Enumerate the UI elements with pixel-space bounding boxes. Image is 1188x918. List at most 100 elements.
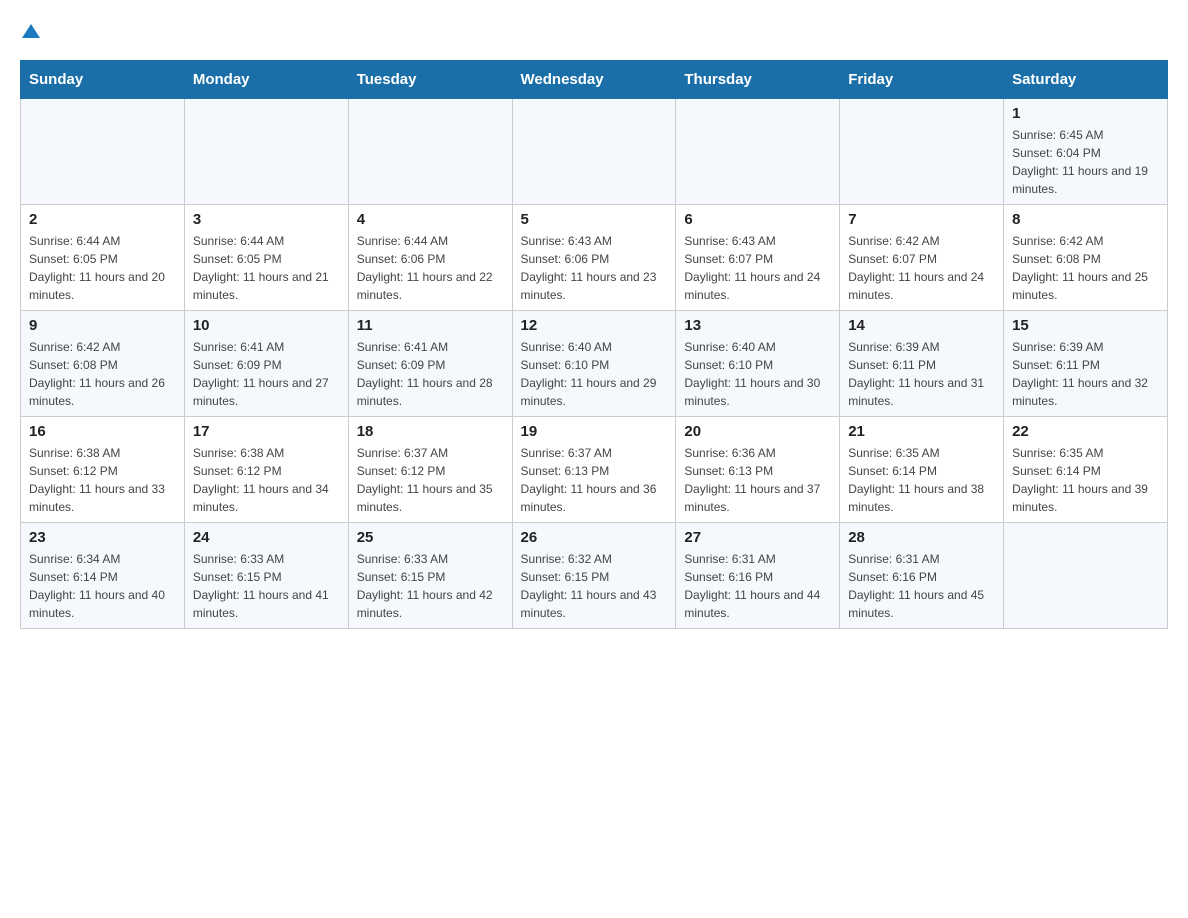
day-number: 6 xyxy=(684,211,831,228)
day-info: Sunrise: 6:39 AM Sunset: 6:11 PM Dayligh… xyxy=(848,338,995,410)
calendar-week-row: 23 Sunrise: 6:34 AM Sunset: 6:14 PM Dayli… xyxy=(21,523,1168,629)
calendar-cell: 21 Sunrise: 6:35 AM Sunset: 6:14 PM Dayli… xyxy=(840,417,1004,523)
calendar-cell: 14 Sunrise: 6:39 AM Sunset: 6:11 PM Dayli… xyxy=(840,311,1004,417)
calendar-cell: 28 Sunrise: 6:31 AM Sunset: 6:16 PM Dayli… xyxy=(840,523,1004,629)
day-number: 23 xyxy=(29,529,176,546)
day-info: Sunrise: 6:38 AM Sunset: 6:12 PM Dayligh… xyxy=(193,444,340,516)
day-number: 2 xyxy=(29,211,176,228)
day-number: 13 xyxy=(684,317,831,334)
day-number: 24 xyxy=(193,529,340,546)
day-info: Sunrise: 6:41 AM Sunset: 6:09 PM Dayligh… xyxy=(193,338,340,410)
calendar-cell xyxy=(184,99,348,205)
calendar-cell: 26 Sunrise: 6:32 AM Sunset: 6:15 PM Dayli… xyxy=(512,523,676,629)
day-number: 16 xyxy=(29,423,176,440)
day-info: Sunrise: 6:35 AM Sunset: 6:14 PM Dayligh… xyxy=(848,444,995,516)
day-info: Sunrise: 6:37 AM Sunset: 6:12 PM Dayligh… xyxy=(357,444,504,516)
calendar-cell xyxy=(348,99,512,205)
calendar-cell: 22Sunrise: 6:35 AM Sunset: 6:14 PM Dayli… xyxy=(1004,417,1168,523)
calendar-cell: 2 Sunrise: 6:44 AM Sunset: 6:05 PM Daylig… xyxy=(21,205,185,311)
calendar-cell: 15 Sunrise: 6:39 AM Sunset: 6:11 PM Dayli… xyxy=(1004,311,1168,417)
calendar-table: SundayMondayTuesdayWednesdayThursdayFrid… xyxy=(20,60,1168,629)
day-number: 21 xyxy=(848,423,995,440)
calendar-cell: 18 Sunrise: 6:37 AM Sunset: 6:12 PM Dayli… xyxy=(348,417,512,523)
day-info: Sunrise: 6:44 AM Sunset: 6:06 PM Dayligh… xyxy=(357,232,504,304)
calendar-cell: 6 Sunrise: 6:43 AM Sunset: 6:07 PM Daylig… xyxy=(676,205,840,311)
day-info: Sunrise: 6:45 AM Sunset: 6:04 PM Dayligh… xyxy=(1012,126,1159,198)
calendar-cell: 20 Sunrise: 6:36 AM Sunset: 6:13 PM Dayli… xyxy=(676,417,840,523)
day-number: 25 xyxy=(357,529,504,546)
day-number: 17 xyxy=(193,423,340,440)
day-info: Sunrise: 6:40 AM Sunset: 6:10 PM Dayligh… xyxy=(521,338,668,410)
day-info: Sunrise: 6:33 AM Sunset: 6:15 PM Dayligh… xyxy=(193,550,340,622)
day-info: Sunrise: 6:37 AM Sunset: 6:13 PM Dayligh… xyxy=(521,444,668,516)
calendar-cell xyxy=(676,99,840,205)
calendar-cell: 4 Sunrise: 6:44 AM Sunset: 6:06 PM Daylig… xyxy=(348,205,512,311)
day-number: 15 xyxy=(1012,317,1159,334)
calendar-cell xyxy=(21,99,185,205)
calendar-cell xyxy=(840,99,1004,205)
calendar-cell: 24 Sunrise: 6:33 AM Sunset: 6:15 PM Dayli… xyxy=(184,523,348,629)
day-header-thursday: Thursday xyxy=(676,61,840,99)
day-number: 9 xyxy=(29,317,176,334)
day-info: Sunrise: 6:31 AM Sunset: 6:16 PM Dayligh… xyxy=(848,550,995,622)
day-number: 5 xyxy=(521,211,668,228)
day-number: 4 xyxy=(357,211,504,228)
day-number: 12 xyxy=(521,317,668,334)
day-info: Sunrise: 6:34 AM Sunset: 6:14 PM Dayligh… xyxy=(29,550,176,622)
day-info: Sunrise: 6:33 AM Sunset: 6:15 PM Dayligh… xyxy=(357,550,504,622)
calendar-cell: 5 Sunrise: 6:43 AM Sunset: 6:06 PM Daylig… xyxy=(512,205,676,311)
day-number: 28 xyxy=(848,529,995,546)
calendar-cell: 17 Sunrise: 6:38 AM Sunset: 6:12 PM Dayli… xyxy=(184,417,348,523)
day-info: Sunrise: 6:38 AM Sunset: 6:12 PM Dayligh… xyxy=(29,444,176,516)
day-info: Sunrise: 6:40 AM Sunset: 6:10 PM Dayligh… xyxy=(684,338,831,410)
day-info: Sunrise: 6:31 AM Sunset: 6:16 PM Dayligh… xyxy=(684,550,831,622)
day-header-saturday: Saturday xyxy=(1004,61,1168,99)
day-info: Sunrise: 6:43 AM Sunset: 6:06 PM Dayligh… xyxy=(521,232,668,304)
calendar-week-row: 1 Sunrise: 6:45 AM Sunset: 6:04 PM Daylig… xyxy=(21,99,1168,205)
calendar-header-row: SundayMondayTuesdayWednesdayThursdayFrid… xyxy=(21,61,1168,99)
day-info: Sunrise: 6:36 AM Sunset: 6:13 PM Dayligh… xyxy=(684,444,831,516)
calendar-week-row: 2 Sunrise: 6:44 AM Sunset: 6:05 PM Daylig… xyxy=(21,205,1168,311)
day-number: 7 xyxy=(848,211,995,228)
calendar-cell xyxy=(512,99,676,205)
day-header-monday: Monday xyxy=(184,61,348,99)
calendar-cell: 25 Sunrise: 6:33 AM Sunset: 6:15 PM Dayli… xyxy=(348,523,512,629)
day-number: 3 xyxy=(193,211,340,228)
calendar-cell: 16 Sunrise: 6:38 AM Sunset: 6:12 PM Dayli… xyxy=(21,417,185,523)
day-number: 19 xyxy=(521,423,668,440)
calendar-cell: 10Sunrise: 6:41 AM Sunset: 6:09 PM Dayli… xyxy=(184,311,348,417)
calendar-cell: 9 Sunrise: 6:42 AM Sunset: 6:08 PM Daylig… xyxy=(21,311,185,417)
day-header-wednesday: Wednesday xyxy=(512,61,676,99)
day-info: Sunrise: 6:42 AM Sunset: 6:08 PM Dayligh… xyxy=(29,338,176,410)
calendar-cell: 8 Sunrise: 6:42 AM Sunset: 6:08 PM Daylig… xyxy=(1004,205,1168,311)
day-number: 11 xyxy=(357,317,504,334)
calendar-cell xyxy=(1004,523,1168,629)
calendar-week-row: 16 Sunrise: 6:38 AM Sunset: 6:12 PM Dayli… xyxy=(21,417,1168,523)
day-number: 18 xyxy=(357,423,504,440)
day-info: Sunrise: 6:39 AM Sunset: 6:11 PM Dayligh… xyxy=(1012,338,1159,410)
logo-triangle-icon xyxy=(22,22,40,40)
day-number: 14 xyxy=(848,317,995,334)
day-info: Sunrise: 6:44 AM Sunset: 6:05 PM Dayligh… xyxy=(29,232,176,304)
day-info: Sunrise: 6:41 AM Sunset: 6:09 PM Dayligh… xyxy=(357,338,504,410)
day-info: Sunrise: 6:32 AM Sunset: 6:15 PM Dayligh… xyxy=(521,550,668,622)
day-info: Sunrise: 6:43 AM Sunset: 6:07 PM Dayligh… xyxy=(684,232,831,304)
day-number: 20 xyxy=(684,423,831,440)
calendar-cell: 12 Sunrise: 6:40 AM Sunset: 6:10 PM Dayli… xyxy=(512,311,676,417)
calendar-cell: 27 Sunrise: 6:31 AM Sunset: 6:16 PM Dayli… xyxy=(676,523,840,629)
day-number: 1 xyxy=(1012,105,1159,122)
day-number: 8 xyxy=(1012,211,1159,228)
day-info: Sunrise: 6:42 AM Sunset: 6:08 PM Dayligh… xyxy=(1012,232,1159,304)
calendar-cell: 7Sunrise: 6:42 AM Sunset: 6:07 PM Daylig… xyxy=(840,205,1004,311)
calendar-cell: 1 Sunrise: 6:45 AM Sunset: 6:04 PM Daylig… xyxy=(1004,99,1168,205)
page-header xyxy=(20,20,1168,40)
day-number: 26 xyxy=(521,529,668,546)
logo xyxy=(20,20,40,40)
day-number: 27 xyxy=(684,529,831,546)
calendar-week-row: 9 Sunrise: 6:42 AM Sunset: 6:08 PM Daylig… xyxy=(21,311,1168,417)
calendar-cell: 23 Sunrise: 6:34 AM Sunset: 6:14 PM Dayli… xyxy=(21,523,185,629)
day-header-friday: Friday xyxy=(840,61,1004,99)
calendar-cell: 13 Sunrise: 6:40 AM Sunset: 6:10 PM Dayli… xyxy=(676,311,840,417)
day-header-tuesday: Tuesday xyxy=(348,61,512,99)
day-info: Sunrise: 6:44 AM Sunset: 6:05 PM Dayligh… xyxy=(193,232,340,304)
